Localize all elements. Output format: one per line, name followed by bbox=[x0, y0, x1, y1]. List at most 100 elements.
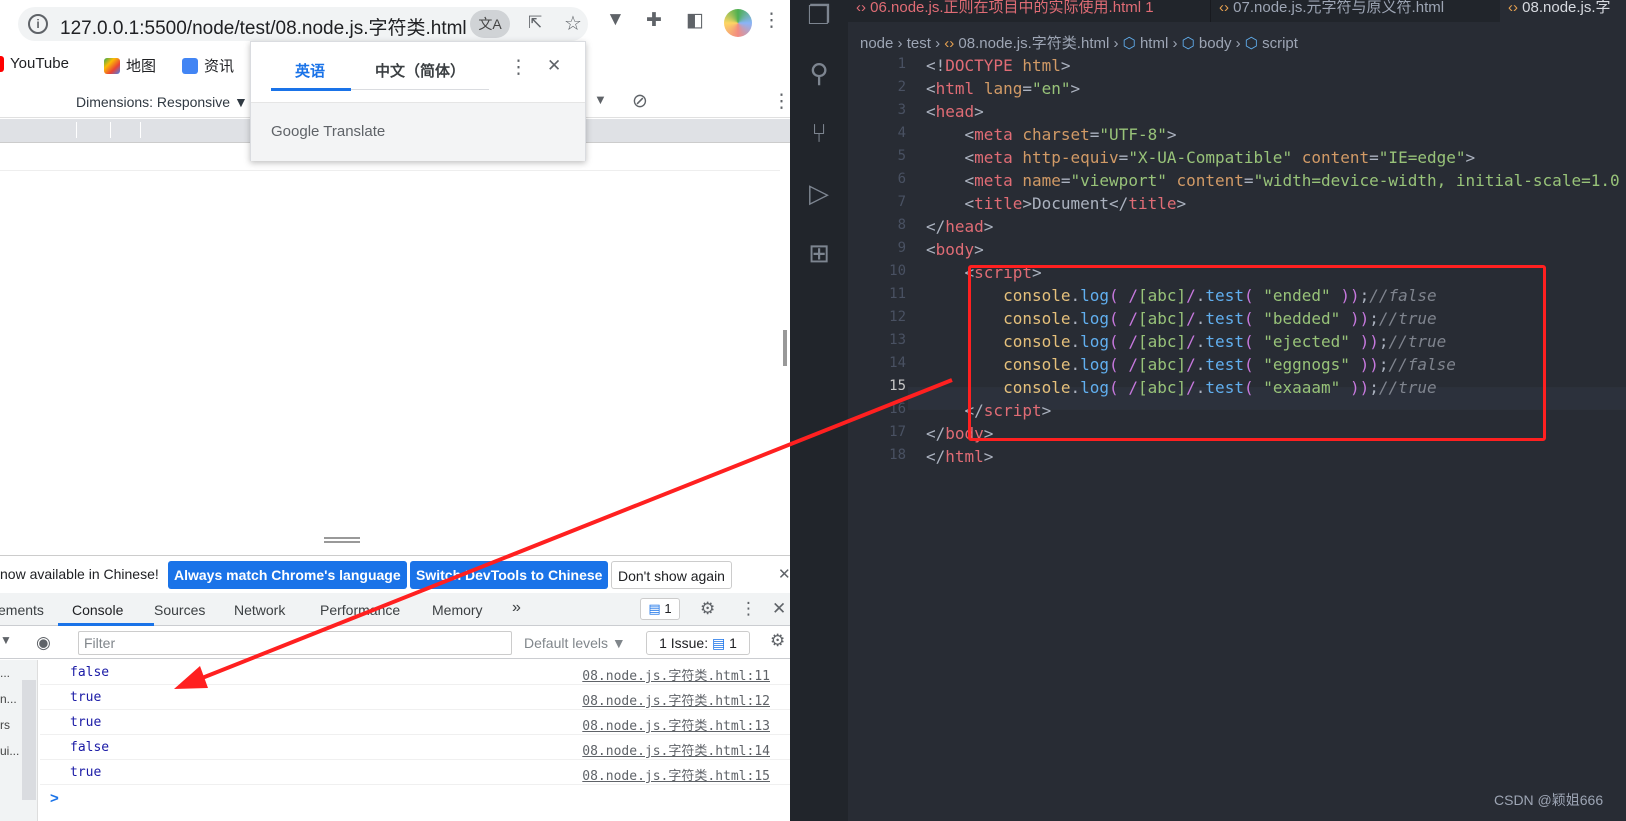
extensions-icon[interactable]: ⊞ bbox=[804, 238, 834, 268]
code-line: <!DOCTYPE html> bbox=[926, 56, 1071, 75]
console-value: true bbox=[70, 690, 102, 705]
profile-avatar[interactable] bbox=[724, 9, 752, 37]
bookmark-label: 资讯 bbox=[204, 58, 235, 75]
element-icon: ⬡ bbox=[1244, 35, 1258, 52]
dropdown-arrow-icon[interactable]: ▼ bbox=[594, 92, 607, 107]
youtube-icon bbox=[0, 55, 4, 72]
sidebar-scrollbar[interactable] bbox=[22, 680, 36, 800]
dimensions-select[interactable]: Dimensions: Responsive ▼ bbox=[76, 94, 248, 110]
line-number: 2 bbox=[897, 79, 906, 95]
dont-show-button[interactable]: Don't show again bbox=[611, 561, 732, 589]
tab-sources[interactable]: Sources bbox=[154, 602, 205, 618]
share-icon[interactable]: ⇱ bbox=[528, 13, 542, 33]
site-info-icon[interactable]: i bbox=[28, 14, 48, 34]
console-row: true 08.node.js.字符类.html:15 bbox=[40, 760, 790, 785]
line-number: 13 bbox=[889, 332, 906, 348]
more-tabs-icon[interactable]: » bbox=[512, 599, 521, 617]
switch-devtools-button[interactable]: Switch DevTools to Chinese bbox=[410, 561, 609, 589]
bookmark-news[interactable]: 资讯 bbox=[182, 55, 234, 76]
breadcrumb-item[interactable]: script bbox=[1262, 35, 1298, 52]
devtools-resize-handle[interactable] bbox=[324, 537, 360, 543]
source-link[interactable]: 08.node.js.字符类.html:12 bbox=[582, 690, 770, 709]
html-file-icon: ‹› bbox=[944, 35, 955, 52]
dropdown-arrow-icon: ▼ bbox=[233, 94, 248, 110]
eye-icon[interactable]: ◉ bbox=[36, 633, 51, 653]
source-link[interactable]: 08.node.js.字符类.html:15 bbox=[582, 765, 770, 784]
sidebar-item[interactable]: rs bbox=[0, 718, 10, 732]
breadcrumb-item[interactable]: test bbox=[907, 35, 931, 52]
breadcrumb-item[interactable]: node bbox=[860, 35, 893, 52]
issues-label: 1 Issue: bbox=[659, 635, 709, 651]
editor-tab-active[interactable]: ‹› 08.node.js.字 bbox=[1500, 0, 1626, 22]
side-panel-icon[interactable]: ◧ bbox=[686, 9, 704, 32]
infobar-message: now available in Chinese! bbox=[0, 566, 159, 582]
search-icon[interactable]: ⚲ bbox=[804, 58, 834, 88]
levels-label: Default levels bbox=[524, 635, 609, 651]
message-icon: ▤ bbox=[648, 601, 665, 616]
context-dropdown-icon[interactable]: ▼ bbox=[0, 633, 12, 647]
issues-button[interactable]: 1 Issue: ▤ 1 bbox=[646, 631, 750, 655]
translate-icon[interactable]: 文A bbox=[470, 10, 510, 38]
issue-icon: ▤ bbox=[712, 635, 730, 651]
more-menu-icon[interactable]: ⋮ bbox=[762, 9, 781, 32]
device-more-icon[interactable]: ⋮ bbox=[772, 90, 790, 113]
explorer-icon[interactable]: ❐ bbox=[804, 0, 834, 30]
vue-devtools-icon[interactable]: ▼ bbox=[606, 9, 625, 31]
sidebar-item[interactable]: ui... bbox=[0, 744, 19, 758]
filter-input[interactable]: Filter bbox=[78, 631, 512, 655]
devtools-language-infobar: now available in Chinese! Always match C… bbox=[0, 555, 790, 593]
close-icon[interactable]: ✕ bbox=[547, 56, 561, 76]
code-line: <body> bbox=[926, 240, 984, 259]
line-number: 15 bbox=[889, 378, 906, 394]
dropdown-arrow-icon: ▼ bbox=[608, 635, 626, 651]
breadcrumb-item[interactable]: body bbox=[1199, 35, 1232, 52]
html-file-icon: ‹› bbox=[1219, 0, 1234, 16]
breadcrumb-item[interactable]: html bbox=[1140, 35, 1168, 52]
tab-elements[interactable]: ements bbox=[0, 602, 44, 618]
url-text[interactable]: 127.0.0.1:5500/node/test/08.node.js.字符类.… bbox=[60, 13, 467, 40]
console-row: true 08.node.js.字符类.html:13 bbox=[40, 710, 790, 735]
extensions-icon[interactable]: ✚ bbox=[646, 9, 662, 32]
source-link[interactable]: 08.node.js.字符类.html:11 bbox=[582, 665, 770, 684]
tab-network[interactable]: Network bbox=[234, 602, 285, 618]
settings-gear-icon[interactable]: ⚙ bbox=[700, 599, 715, 619]
line-number: 18 bbox=[889, 447, 906, 463]
news-icon bbox=[182, 57, 198, 74]
translate-footer: Google Translate bbox=[251, 102, 585, 161]
viewport-resize-handle[interactable] bbox=[783, 330, 787, 366]
tab-memory[interactable]: Memory bbox=[432, 602, 483, 618]
bookmark-maps[interactable]: 地图 bbox=[104, 55, 156, 76]
breadcrumb: node › test › ‹› 08.node.js.字符类.html › ⬡… bbox=[860, 35, 1298, 52]
devtools-more-icon[interactable]: ⋮ bbox=[740, 599, 757, 619]
messages-badge[interactable]: ▤ 1 bbox=[640, 598, 680, 620]
console-settings-icon[interactable]: ⚙ bbox=[770, 631, 785, 651]
run-debug-icon[interactable]: ▷ bbox=[804, 178, 834, 208]
console-value: true bbox=[70, 765, 102, 780]
close-devtools-icon[interactable]: ✕ bbox=[772, 599, 786, 619]
translate-options-icon[interactable]: ⋮ bbox=[509, 56, 528, 79]
tab-performance[interactable]: Performance bbox=[320, 602, 400, 618]
source-link[interactable]: 08.node.js.字符类.html:14 bbox=[582, 740, 770, 759]
tab-label: 06.node.js.正则在项目中的实际使用.html 1 bbox=[870, 0, 1154, 16]
bookmark-star-icon[interactable]: ☆ bbox=[564, 11, 582, 36]
breadcrumb-item[interactable]: 08.node.js.字符类.html bbox=[958, 35, 1109, 52]
log-levels-select[interactable]: Default levels ▼ bbox=[524, 635, 626, 651]
line-number: 11 bbox=[889, 286, 906, 302]
rotate-icon[interactable]: ⊘ bbox=[632, 90, 648, 113]
editor-tab[interactable]: ‹› 06.node.js.正则在项目中的实际使用.html 1 bbox=[848, 0, 1206, 22]
sidebar-item[interactable]: n... bbox=[0, 692, 17, 706]
tab-chinese[interactable]: 中文（简体） bbox=[375, 60, 465, 81]
source-control-icon[interactable]: ⑂ bbox=[804, 118, 834, 148]
omnibox[interactable]: i 127.0.0.1:5500/node/test/08.node.js.字符… bbox=[18, 7, 588, 41]
console-prompt[interactable]: > bbox=[50, 790, 59, 807]
tab-console[interactable]: Console bbox=[72, 602, 123, 618]
editor-tab[interactable]: ‹› 07.node.js.元字符与原义符.html bbox=[1210, 0, 1478, 22]
close-icon[interactable]: ✕ bbox=[778, 565, 790, 583]
tab-english[interactable]: 英语 bbox=[295, 60, 325, 81]
html-file-icon: ‹› bbox=[856, 0, 871, 16]
address-bar-row: i 127.0.0.1:5500/node/test/08.node.js.字符… bbox=[0, 0, 790, 46]
source-link[interactable]: 08.node.js.字符类.html:13 bbox=[582, 715, 770, 734]
always-match-button[interactable]: Always match Chrome's language bbox=[168, 561, 407, 589]
sidebar-item[interactable]: ... bbox=[0, 666, 10, 680]
bookmark-youtube[interactable]: YouTube bbox=[0, 55, 69, 72]
